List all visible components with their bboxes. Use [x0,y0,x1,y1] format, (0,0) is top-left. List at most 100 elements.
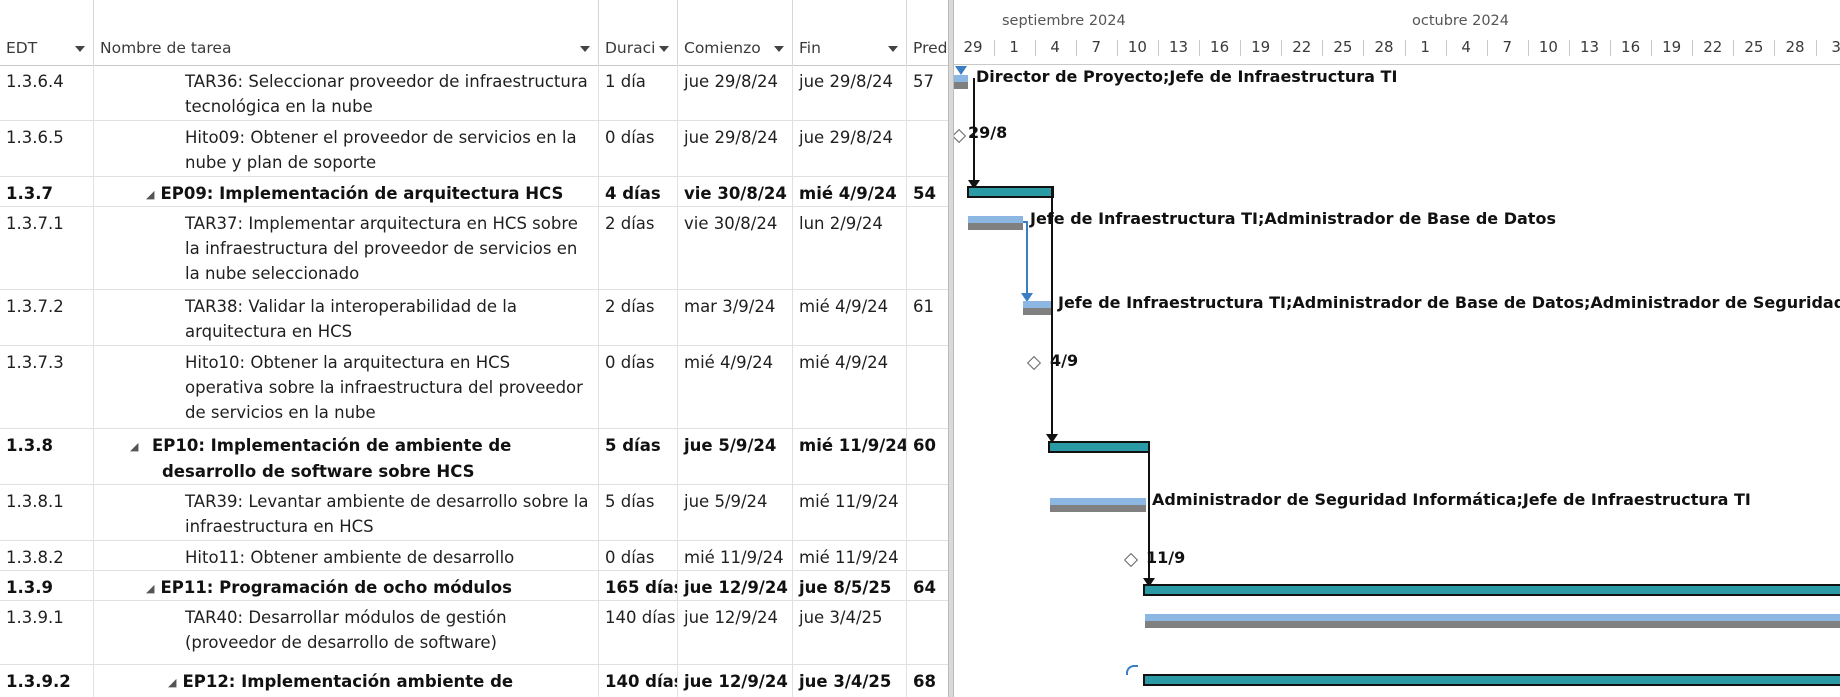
cell-duration[interactable]: 5 días [599,485,678,540]
cell-duration[interactable]: 5 días [599,429,678,484]
cell-predecessors[interactable]: 64 [907,571,948,600]
table-row[interactable]: 1.3.7.2 TAR38: Validar la interoperabili… [0,290,948,346]
cell-predecessors[interactable] [907,207,948,289]
cell-task-name[interactable]: Hito11: Obtener ambiente de desarrollo [94,541,599,570]
cell-start[interactable]: jue 29/8/24 [678,65,793,120]
cell-start[interactable]: mar 3/9/24 [678,290,793,345]
cell-start[interactable]: jue 12/9/24 [678,571,793,600]
cell-start[interactable]: jue 5/9/24 [678,429,793,484]
cell-predecessors[interactable]: 60 [907,429,948,484]
task-bar[interactable] [1023,301,1051,315]
cell-finish[interactable]: mié 11/9/24 [793,429,907,484]
summary-bar[interactable] [1143,584,1840,596]
table-row-summary[interactable]: 1.3.9 ◢ EP11: Programación de ocho módulo… [0,571,948,601]
cell-finish[interactable]: jue 8/5/25 [793,571,907,600]
task-bar[interactable] [1145,614,1840,628]
cell-predecessors[interactable] [907,601,948,664]
chevron-down-icon[interactable] [75,46,85,52]
table-row[interactable]: 1.3.8.1 TAR39: Levantar ambiente de desa… [0,485,948,541]
gantt-chart[interactable]: septiembre 2024 octubre 2024 29 1 4 7 10 13 16… [954,0,1840,697]
cell-task-name[interactable]: ◢ EP11: Programación de ocho módulos oper… [94,571,599,600]
cell-start[interactable]: mié 11/9/24 [678,541,793,570]
cell-duration[interactable]: 140 días [599,601,678,664]
cell-finish[interactable]: mié 11/9/24 [793,485,907,540]
cell-finish[interactable]: mié 11/9/24 [793,541,907,570]
cell-start[interactable]: jue 12/9/24 [678,601,793,664]
column-header-name[interactable]: Nombre de tarea [94,0,599,65]
cell-duration[interactable]: 165 días [599,571,678,600]
cell-predecessors[interactable]: 68 [907,665,948,697]
cell-predecessors[interactable] [907,346,948,428]
cell-start[interactable]: vie 30/8/24 [678,177,793,206]
cell-duration[interactable]: 0 días [599,121,678,176]
cell-finish[interactable]: lun 2/9/24 [793,207,907,289]
table-row-summary[interactable]: 1.3.7 ◢ EP09: Implementación de arquitect… [0,177,948,207]
cell-predecessors[interactable]: 61 [907,290,948,345]
column-header-duration[interactable]: Duraci [599,0,678,65]
table-row[interactable]: 1.3.6.5 Hito09: Obtener el proveedor de … [0,121,948,177]
cell-predecessors[interactable] [907,541,948,570]
cell-task-name[interactable]: ◢ EP09: Implementación de arquitectura HC… [94,177,599,206]
cell-task-name[interactable]: Hito09: Obtener el proveedor de servicio… [94,121,599,176]
cell-task-name[interactable]: TAR38: Validar la interoperabilidad de l… [94,290,599,345]
cell-task-name[interactable]: TAR40: Desarrollar módulos de gestión (p… [94,601,599,664]
cell-task-name[interactable]: TAR36: Seleccionar proveedor de infraest… [94,65,599,120]
collapse-triangle-icon[interactable]: ◢ [146,576,154,600]
table-row-summary[interactable]: 1.3.9.2 ◢ EP12: Implementación ambiente d… [0,665,948,697]
cell-task-name[interactable]: ◢ EP10: Implementación de ambiente de des… [94,429,599,484]
cell-task-name[interactable]: Hito10: Obtener la arquitectura en HCS o… [94,346,599,428]
cell-start[interactable]: vie 30/8/24 [678,207,793,289]
cell-finish[interactable]: jue 29/8/24 [793,65,907,120]
task-bar[interactable] [968,216,1023,230]
cell-predecessors[interactable] [907,485,948,540]
cell-duration[interactable]: 0 días [599,346,678,428]
cell-task-name[interactable]: ◢ EP12: Implementación ambiente de prueba… [94,665,599,697]
cell-finish[interactable]: mié 4/9/24 [793,290,907,345]
cell-start[interactable]: jue 29/8/24 [678,121,793,176]
column-header-predecessors[interactable]: Pred [907,0,948,65]
cell-predecessors[interactable] [907,121,948,176]
cell-start[interactable]: jue 12/9/24 [678,665,793,697]
table-row[interactable]: 1.3.7.3 Hito10: Obtener la arquitectura … [0,346,948,429]
cell-predecessors[interactable]: 54 [907,177,948,206]
cell-task-name[interactable]: TAR39: Levantar ambiente de desarrollo s… [94,485,599,540]
cell-duration[interactable]: 2 días [599,290,678,345]
summary-bar[interactable] [967,186,1054,198]
chevron-down-icon[interactable] [659,46,669,52]
chevron-down-icon[interactable] [774,46,784,52]
column-header-start[interactable]: Comienzo [678,0,793,65]
cell-task-name[interactable]: TAR37: Implementar arquitectura en HCS s… [94,207,599,289]
cell-finish[interactable]: jue 3/4/25 [793,601,907,664]
table-row[interactable]: 1.3.7.1 TAR37: Implementar arquitectura … [0,207,948,290]
milestone-diamond-icon[interactable] [1123,552,1139,568]
table-row[interactable]: 1.3.9.1 TAR40: Desarrollar módulos de ge… [0,601,948,665]
collapse-triangle-icon[interactable]: ◢ [168,670,176,695]
milestone-diamond-icon[interactable] [954,128,967,144]
milestone-diamond-icon[interactable] [1026,355,1042,371]
task-bar[interactable] [1050,498,1146,512]
task-bar[interactable] [954,75,968,89]
cell-duration[interactable]: 2 días [599,207,678,289]
summary-bar[interactable] [1143,674,1840,686]
cell-finish[interactable]: jue 3/4/25 [793,665,907,697]
summary-bar[interactable] [1048,441,1150,453]
table-row[interactable]: 1.3.8.2 Hito11: Obtener ambiente de desa… [0,541,948,571]
cell-start[interactable]: jue 5/9/24 [678,485,793,540]
chevron-down-icon[interactable] [888,46,898,52]
collapse-triangle-icon[interactable]: ◢ [146,182,154,206]
cell-finish[interactable]: mié 4/9/24 [793,177,907,206]
table-row-summary[interactable]: 1.3.8 ◢ EP10: Implementación de ambiente … [0,429,948,485]
cell-start[interactable]: mié 4/9/24 [678,346,793,428]
timescale-tick [1486,40,1488,56]
cell-duration[interactable]: 140 días [599,665,678,697]
cell-duration[interactable]: 1 día [599,65,678,120]
column-header-finish[interactable]: Fin [793,0,907,65]
chevron-down-icon[interactable] [580,46,590,52]
cell-finish[interactable]: jue 29/8/24 [793,121,907,176]
column-header-edt[interactable]: EDT [0,0,94,65]
cell-duration[interactable]: 0 días [599,541,678,570]
cell-predecessors[interactable]: 57 [907,65,948,120]
cell-duration[interactable]: 4 días [599,177,678,206]
table-row[interactable]: 1.3.6.4 TAR36: Seleccionar proveedor de … [0,65,948,121]
cell-finish[interactable]: mié 4/9/24 [793,346,907,428]
